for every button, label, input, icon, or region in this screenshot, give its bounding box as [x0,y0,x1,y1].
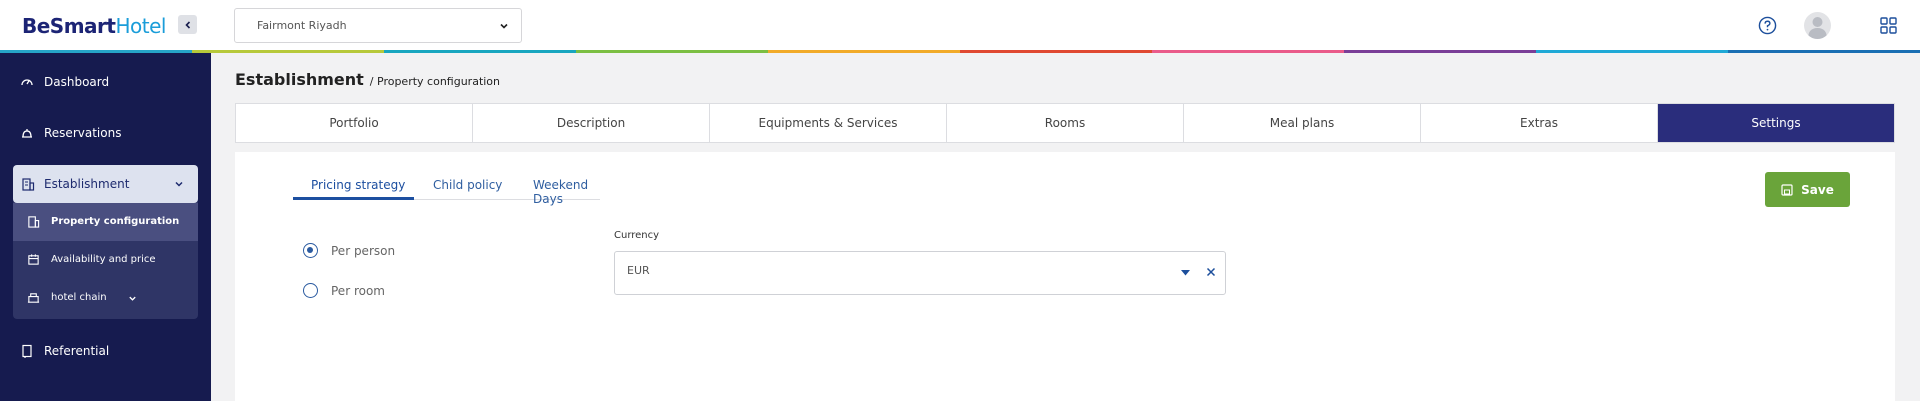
caret-down-icon[interactable] [1181,270,1190,276]
subtab-child-policy[interactable]: Child policy [433,170,502,200]
tab-extras[interactable]: Extras [1421,104,1658,142]
currency-value: EUR [627,264,650,277]
breadcrumb-current[interactable]: / Property configuration [370,75,500,88]
currency-select[interactable]: EUR [614,251,1226,295]
tab-rooms[interactable]: Rooms [947,104,1184,142]
rainbow-segment [1536,50,1728,53]
chevron-down-icon [175,181,183,187]
rainbow-segment [576,50,768,53]
tab-meal-plans[interactable]: Meal plans [1184,104,1421,142]
radio-per-room[interactable]: Per room [303,283,385,298]
currency-label: Currency [614,230,660,241]
chevron-down-icon [500,23,508,29]
sidebar-item-hotel-chain[interactable]: hotel chain [13,279,198,317]
subtab-weekend-days[interactable]: Weekend Days [533,170,600,206]
collapse-sidebar-button[interactable] [178,15,197,34]
tab-portfolio[interactable]: Portfolio [236,104,473,142]
rainbow-segment [192,50,384,53]
tab-description[interactable]: Description [473,104,710,142]
rainbow-segment [384,50,576,53]
clear-icon[interactable] [1206,267,1216,277]
chevron-down-icon [129,296,136,301]
page-title: Establishment [235,70,364,89]
sidebar-item-establishment[interactable]: Establishment [13,165,198,203]
radio-per-person[interactable]: Per person [303,243,395,258]
radio-button-checked[interactable] [303,243,318,258]
breadcrumb: Establishment / Property configuration [235,70,500,89]
gauge-icon [21,79,33,86]
rainbow-segment [1344,50,1536,53]
sidebar-item-referential[interactable]: Referential [0,336,211,366]
app-logo[interactable]: BeSmartHotel [22,14,166,38]
sidebar: Dashboard Reservations Establishment Pro… [0,53,211,401]
hotel-icon [27,293,40,303]
sidebar-item-dashboard[interactable]: Dashboard [0,67,211,97]
rainbow-segment [768,50,960,53]
rainbow-segment [960,50,1152,53]
help-icon[interactable] [1758,16,1777,35]
rainbow-divider [0,50,1920,53]
sidebar-item-property-configuration[interactable]: Property configuration [13,203,198,241]
building-icon [22,178,35,191]
sidebar-item-reservations[interactable]: Reservations [0,118,211,148]
rainbow-segment [1728,50,1920,53]
book-icon [22,344,32,358]
hotel-select[interactable]: Fairmont Riyadh [234,8,522,43]
rainbow-segment [1152,50,1344,53]
apps-grid-icon[interactable] [1880,17,1897,34]
user-icon [1808,17,1827,39]
chevron-left-icon [184,20,190,29]
establishment-group: Establishment Property configuration Ava… [13,165,198,319]
bell-icon [22,129,32,138]
save-icon [1781,183,1793,196]
hotel-select-value: Fairmont Riyadh [257,19,347,32]
user-avatar[interactable] [1804,12,1831,39]
tab-equipments-services[interactable]: Equipments & Services [710,104,947,142]
sidebar-item-availability-and-price[interactable]: Availability and price [13,241,198,279]
building-icon [28,216,40,228]
tab-settings[interactable]: Settings [1658,104,1894,142]
top-header: BeSmartHotel Fairmont Riyadh [0,0,1920,52]
calendar-icon [28,254,39,265]
subtab-pricing-strategy[interactable]: Pricing strategy [293,170,414,200]
settings-panel: Pricing strategy Child policy Weekend Da… [235,152,1895,401]
settings-subtabs: Pricing strategy Child policy Weekend Da… [293,170,600,206]
save-button[interactable]: Save [1765,172,1850,207]
section-tabs: Portfolio Description Equipments & Servi… [235,103,1895,143]
radio-button[interactable] [303,283,318,298]
